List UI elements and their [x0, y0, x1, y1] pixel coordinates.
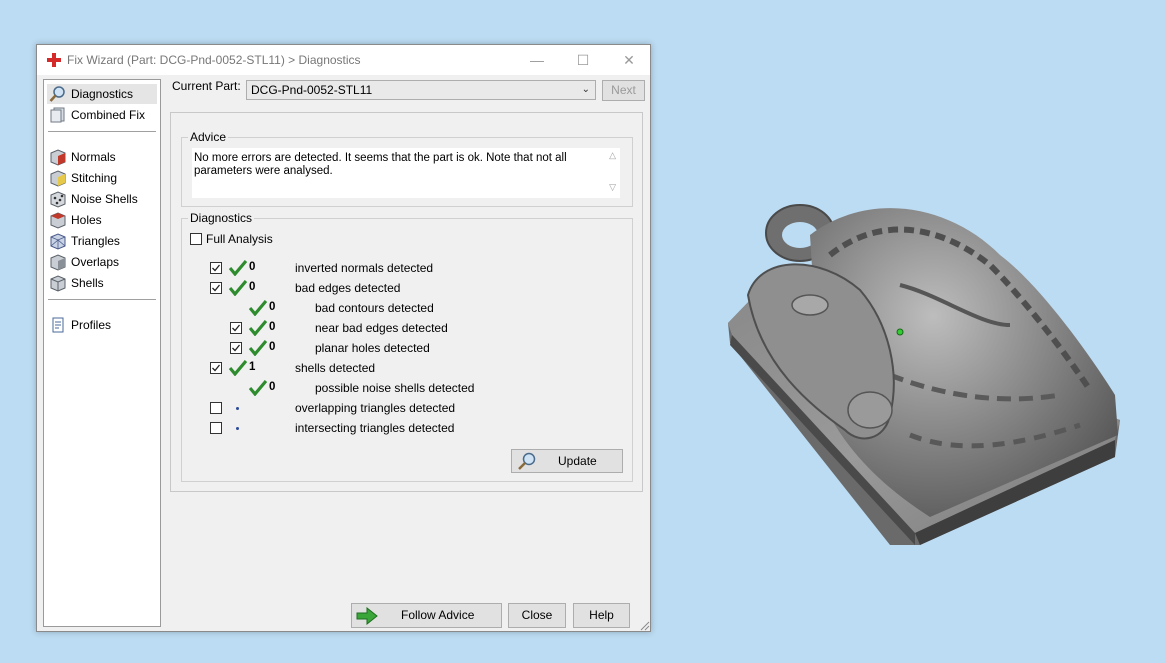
- sidebar-item-label: Holes: [71, 213, 102, 227]
- holes-cube-icon: [50, 212, 66, 229]
- sidebar-item-shells[interactable]: Shells: [47, 273, 157, 293]
- sidebar-item-label: Diagnostics: [71, 87, 134, 101]
- planar-holes-checkbox[interactable]: [230, 342, 242, 354]
- resize-grip-icon[interactable]: [640, 621, 650, 631]
- green-check-icon: [249, 380, 267, 396]
- overlapping-triangles-label: overlapping triangles detected: [295, 401, 456, 415]
- sidebar-item-label: Combined Fix: [71, 108, 146, 122]
- noise-shells-label: possible noise shells detected: [315, 381, 475, 395]
- overlapping-triangles-checkbox[interactable]: [210, 402, 222, 414]
- inverted-normals-checkbox[interactable]: [210, 262, 222, 274]
- close-window-button[interactable]: ✕: [606, 45, 652, 75]
- window-title: Fix Wizard (Part: DCG-Pnd-0052-STL11) > …: [67, 53, 361, 67]
- close-button[interactable]: Close: [508, 603, 566, 628]
- bad-edges-label: bad edges detected: [295, 281, 401, 295]
- inverted-normals-label: inverted normals detected: [295, 261, 434, 275]
- sidebar-item-normals[interactable]: Normals: [47, 147, 157, 167]
- sidebar-item-combined-fix[interactable]: Combined Fix: [47, 105, 157, 125]
- sidebar-item-profiles[interactable]: Profiles: [47, 315, 157, 335]
- sidebar-item-label: Triangles: [71, 234, 120, 248]
- sidebar-item-diagnostics[interactable]: Diagnostics: [47, 84, 157, 104]
- sidebar-item-label: Overlaps: [71, 255, 120, 269]
- magnifier-icon: [518, 452, 536, 470]
- near-bad-edges-label: near bad edges detected: [315, 321, 448, 335]
- follow-advice-button[interactable]: Follow Advice: [351, 603, 502, 628]
- current-part-value: DCG-Pnd-0052-STL11: [251, 83, 373, 97]
- pending-dot-icon: [236, 427, 239, 430]
- chevron-down-icon: ⌄: [581, 84, 590, 95]
- current-part-label: Current Part:: [172, 79, 241, 93]
- advice-textbox[interactable]: No more errors are detected. It seems th…: [192, 148, 620, 198]
- full-analysis-checkbox[interactable]: [190, 233, 202, 245]
- stitching-cube-icon: [50, 170, 66, 187]
- sidebar-divider: [48, 131, 156, 132]
- pending-dot-icon: [236, 407, 239, 410]
- title-bar[interactable]: Fix Wizard (Part: DCG-Pnd-0052-STL11) > …: [37, 45, 650, 75]
- planar-holes-label: planar holes detected: [315, 341, 430, 355]
- sidebar-item-label: Shells: [71, 276, 104, 290]
- update-label: Update: [558, 454, 597, 468]
- sidebar-item-noise-shells[interactable]: Noise Shells: [47, 189, 157, 209]
- green-check-icon: [249, 340, 267, 356]
- shells-label: shells detected: [295, 361, 376, 375]
- sidebar-item-holes[interactable]: Holes: [47, 210, 157, 230]
- green-check-icon: [229, 360, 247, 376]
- overlaps-cube-icon: [50, 254, 66, 271]
- sidebar-item-triangles[interactable]: Triangles: [47, 231, 157, 251]
- minimize-button[interactable]: —: [514, 45, 560, 75]
- help-button[interactable]: Help: [573, 603, 630, 628]
- sidebar-item-overlaps[interactable]: Overlaps: [47, 252, 157, 272]
- sidebar-item-label: Stitching: [71, 171, 118, 185]
- app-cross-icon: [47, 53, 61, 67]
- update-button[interactable]: Update: [511, 449, 623, 473]
- 3d-pendant-model[interactable]: [720, 195, 1130, 555]
- bad-edges-count: 0: [249, 281, 256, 293]
- green-check-icon: [229, 280, 247, 296]
- bad-contours-count: 0: [269, 301, 276, 313]
- shells-checkbox[interactable]: [210, 362, 222, 374]
- intersecting-triangles-checkbox[interactable]: [210, 422, 222, 434]
- follow-advice-label: Follow Advice: [401, 608, 475, 622]
- green-check-icon: [229, 260, 247, 276]
- intersecting-triangles-label: intersecting triangles detected: [295, 421, 455, 435]
- noise-shells-icon: [50, 191, 66, 208]
- bad-edges-checkbox[interactable]: [210, 282, 222, 294]
- diagnostics-group-title: Diagnostics: [188, 211, 255, 225]
- scroll-up-arrow-icon[interactable]: △: [609, 150, 616, 161]
- scroll-down-arrow-icon[interactable]: ▽: [609, 182, 616, 193]
- bad-contours-label: bad contours detected: [315, 301, 434, 315]
- magnifier-icon: [49, 86, 65, 102]
- advice-text: No more errors are detected. It seems th…: [194, 152, 567, 177]
- sidebar-item-stitching[interactable]: Stitching: [47, 168, 157, 188]
- green-check-icon: [249, 320, 267, 336]
- sidebar-item-label: Profiles: [71, 318, 112, 332]
- maximize-button[interactable]: ☐: [560, 45, 606, 75]
- advice-group: Advice No more errors are detected. It s…: [181, 130, 633, 207]
- sidebar-item-label: Normals: [71, 150, 116, 164]
- sidebar-item-label: Noise Shells: [71, 192, 138, 206]
- next-button[interactable]: Next: [602, 80, 645, 101]
- green-arrow-icon: [356, 607, 378, 625]
- sidebar-divider: [48, 299, 156, 300]
- triangles-cube-icon: [50, 233, 66, 250]
- profiles-document-icon: [52, 317, 64, 333]
- current-part-select[interactable]: DCG-Pnd-0052-STL11 ⌄: [246, 80, 596, 100]
- normals-cube-icon: [50, 149, 66, 166]
- noise-shells-count: 0: [269, 381, 276, 393]
- combined-fix-icon: [50, 107, 65, 123]
- sidebar: Diagnostics Combined Fix Normals Stitchi…: [43, 79, 161, 627]
- inverted-normals-count: 0: [249, 261, 256, 273]
- advice-group-title: Advice: [188, 130, 229, 144]
- planar-holes-count: 0: [269, 341, 276, 353]
- full-analysis-label: Full Analysis: [206, 232, 273, 246]
- green-check-icon: [249, 300, 267, 316]
- shells-count: 1: [249, 361, 256, 373]
- shells-cube-icon: [50, 275, 66, 292]
- near-bad-edges-count: 0: [269, 321, 276, 333]
- near-bad-edges-checkbox[interactable]: [230, 322, 242, 334]
